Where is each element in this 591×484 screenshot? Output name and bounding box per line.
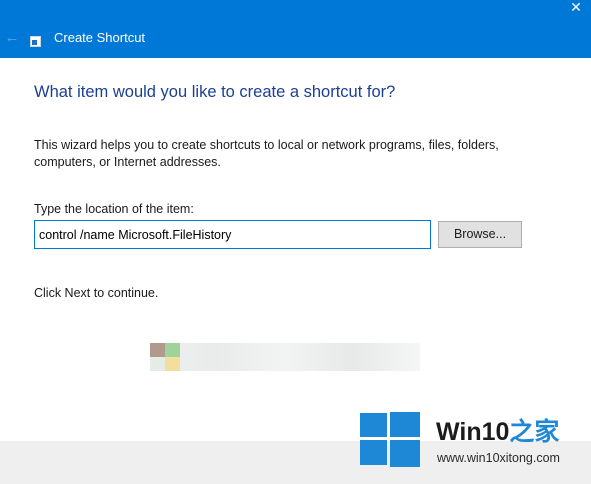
blurred-block xyxy=(150,357,165,371)
page-heading: What item would you like to create a sho… xyxy=(34,83,396,101)
shortcut-icon xyxy=(30,36,41,47)
wizard-description: This wizard helps you to create shortcut… xyxy=(34,138,499,169)
blurred-region xyxy=(150,343,420,371)
arrow-left-icon: ← xyxy=(4,29,20,46)
blurred-block xyxy=(150,343,165,357)
title-bar: ← Create Shortcut ✕ xyxy=(0,0,591,58)
watermark-brand-win: Win10 xyxy=(436,418,510,446)
blurred-block xyxy=(165,357,180,371)
watermark-url: www.win10xitong.com xyxy=(437,451,560,465)
blurred-block xyxy=(165,343,180,357)
browse-button[interactable]: Browse... xyxy=(438,221,522,248)
watermark-brand: Win10之家 xyxy=(436,417,559,447)
close-icon: ✕ xyxy=(570,0,582,15)
close-button[interactable]: ✕ xyxy=(565,0,587,16)
continue-instruction: Click Next to continue. xyxy=(34,286,159,300)
create-shortcut-window: ← Create Shortcut ✕ What item would you … xyxy=(0,0,591,484)
watermark-brand-suffix: 之家 xyxy=(509,418,560,446)
window-title: Create Shortcut xyxy=(54,30,146,45)
location-label: Type the location of the item: xyxy=(34,202,194,216)
location-input[interactable] xyxy=(34,220,431,249)
back-button[interactable]: ← xyxy=(2,27,22,49)
